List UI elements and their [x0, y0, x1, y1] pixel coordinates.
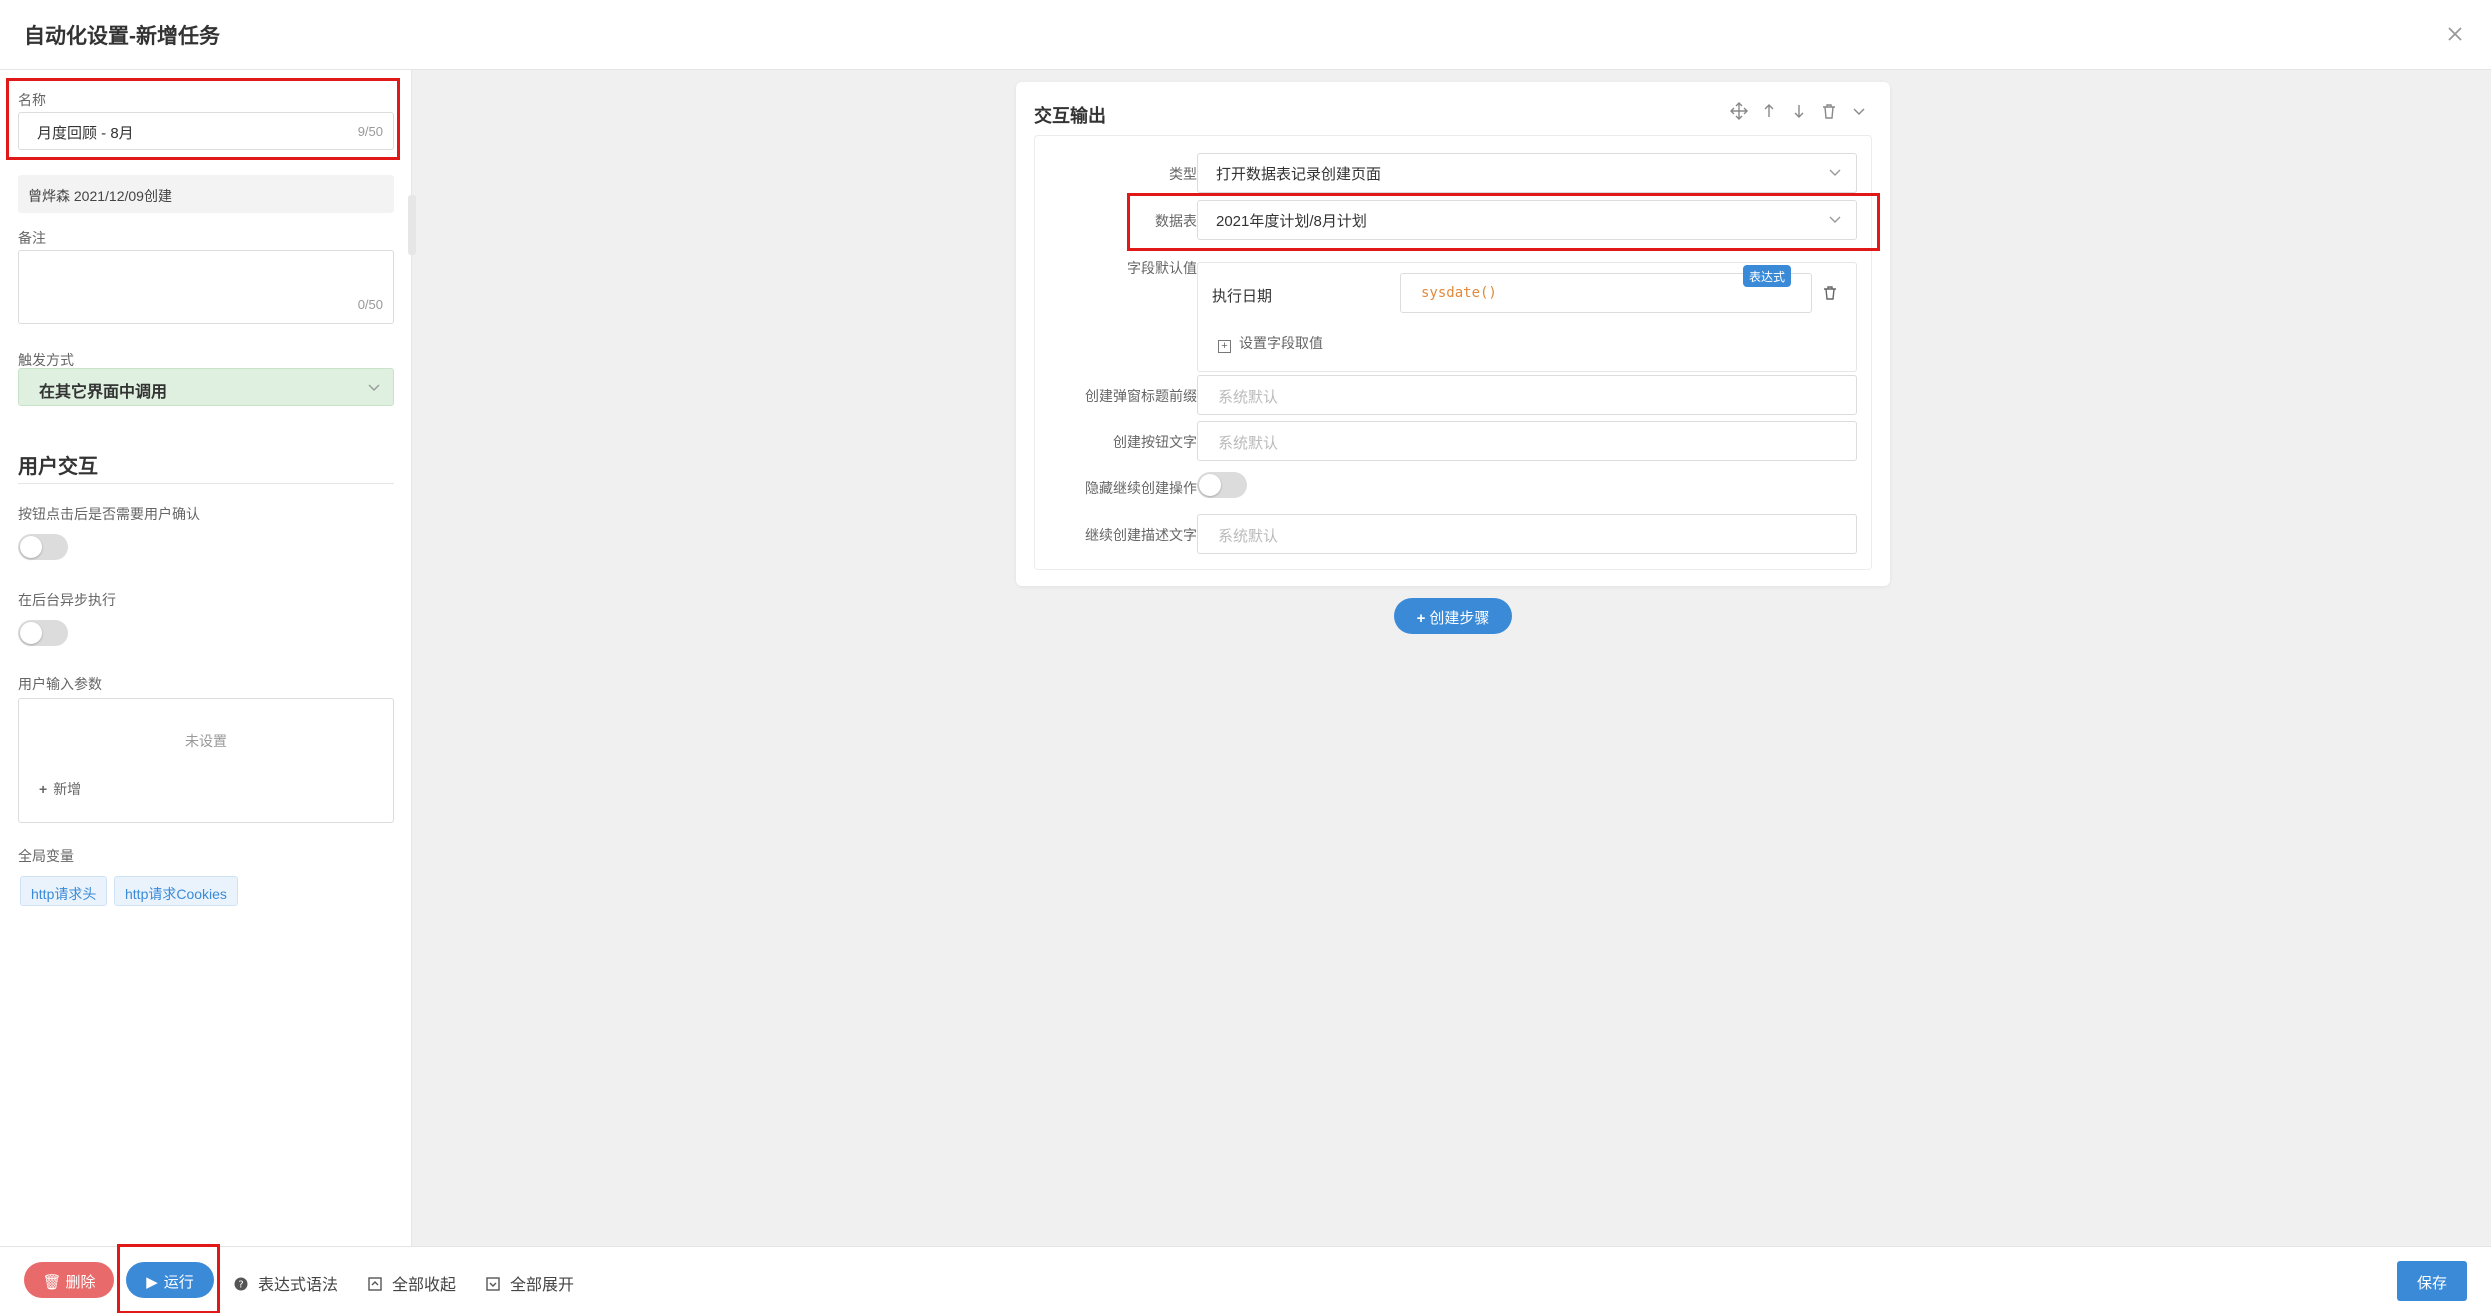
panel-splitter[interactable]	[408, 195, 416, 255]
play-icon: ▶	[146, 1274, 158, 1291]
section-divider	[18, 483, 394, 484]
step-card: 交互输出 类型 打开数据表记录创建页面 数据表 2021年度计划/8月计划 字段…	[1016, 82, 1890, 586]
chevron-down-icon	[1829, 216, 1841, 223]
trigger-select[interactable]: 在其它界面中调用	[18, 368, 394, 406]
table-label: 数据表	[1155, 213, 1197, 229]
async-label: 在后台异步执行	[18, 592, 116, 608]
default-values-box: 执行日期 sysdate() 表达式 + 设置字段取值	[1197, 262, 1857, 372]
button-text-input[interactable]: 系统默认	[1197, 421, 1857, 461]
expand-all-label: 全部展开	[510, 1277, 575, 1294]
chevron-down-icon	[368, 384, 380, 391]
plus-icon: +	[39, 781, 48, 797]
table-select[interactable]: 2021年度计划/8月计划	[1197, 200, 1857, 240]
move-down-icon[interactable]	[1790, 102, 1808, 120]
confirm-toggle[interactable]	[18, 534, 68, 560]
async-toggle[interactable]	[18, 620, 68, 646]
prefix-input[interactable]: 系统默认	[1197, 375, 1857, 415]
global-tag-headers[interactable]: http请求头	[20, 876, 108, 906]
params-empty: 未设置	[185, 733, 227, 749]
add-param-button[interactable]: + 新增	[39, 779, 81, 799]
expression-syntax-label: 表达式语法	[258, 1277, 339, 1294]
run-label: 运行	[163, 1274, 194, 1291]
name-input[interactable]: 月度回顾 - 8月 9/50	[18, 112, 394, 150]
dialog-header: 自动化设置-新增任务	[0, 0, 2491, 70]
save-button[interactable]: 保存	[2397, 1261, 2467, 1301]
remark-label: 备注	[18, 230, 46, 246]
trigger-label: 触发方式	[18, 352, 74, 368]
set-field-value-label: 设置字段取值	[1239, 335, 1323, 351]
collapse-all-link[interactable]: 全部收起	[368, 1271, 456, 1295]
collapse-all-label: 全部收起	[392, 1277, 457, 1294]
footer-bar: 🗑 删除 ▶ 运行 ? 表达式语法 全部收起 全部展开 保存	[0, 1244, 2491, 1313]
collapse-square-icon	[368, 1277, 382, 1291]
delete-label: 删除	[65, 1274, 96, 1291]
user-interaction-title: 用户交互	[18, 456, 98, 478]
trash-icon[interactable]	[1822, 285, 1838, 301]
global-tag-cookies[interactable]: http请求Cookies	[114, 876, 238, 906]
chevron-down-icon	[1829, 169, 1841, 176]
prefix-label: 创建弹窗标题前缀	[1085, 388, 1197, 404]
params-label: 用户输入参数	[18, 676, 102, 692]
create-step-button[interactable]: + 创建步骤	[1394, 598, 1512, 634]
add-param-label: 新增	[53, 781, 82, 797]
name-label: 名称	[18, 92, 46, 108]
continue-desc-label: 继续创建描述文字	[1085, 527, 1197, 543]
create-step-label: 创建步骤	[1429, 610, 1490, 627]
confirm-label: 按钮点击后是否需要用户确认	[18, 506, 200, 522]
dialog-title: 自动化设置-新增任务	[24, 25, 220, 48]
default-field-name: 执行日期	[1212, 288, 1273, 305]
remark-counter: 0/50	[357, 297, 383, 312]
trigger-value: 在其它界面中调用	[39, 384, 168, 401]
type-select[interactable]: 打开数据表记录创建页面	[1197, 153, 1857, 193]
expression-syntax-link[interactable]: ? 表达式语法	[234, 1271, 338, 1295]
trash-icon[interactable]	[1820, 102, 1838, 120]
defaults-label: 字段默认值	[1127, 260, 1197, 276]
creator-info: 曾烨森 2021/12/09创建	[18, 175, 394, 213]
button-text-label: 创建按钮文字	[1113, 434, 1197, 450]
step-title: 交互输出	[1034, 106, 1106, 126]
question-icon: ?	[234, 1277, 248, 1291]
expression-badge: 表达式	[1743, 265, 1792, 287]
settings-panel: 名称 月度回顾 - 8月 9/50 曾烨森 2021/12/09创建 备注 0/…	[0, 70, 412, 1246]
type-value: 打开数据表记录创建页面	[1216, 166, 1382, 183]
close-icon[interactable]	[2441, 20, 2469, 48]
delete-button[interactable]: 🗑 删除	[24, 1262, 114, 1298]
params-box: 未设置 + 新增	[18, 698, 394, 823]
step-body: 类型 打开数据表记录创建页面 数据表 2021年度计划/8月计划 字段默认值 执…	[1034, 135, 1880, 570]
expand-all-link[interactable]: 全部展开	[486, 1271, 574, 1295]
collapse-icon[interactable]	[1850, 102, 1868, 120]
table-value: 2021年度计划/8月计划	[1216, 213, 1367, 230]
name-value: 月度回顾 - 8月	[37, 125, 134, 142]
continue-desc-input[interactable]: 系统默认	[1197, 514, 1857, 554]
type-label: 类型	[1169, 166, 1197, 182]
plus-square-icon: +	[1218, 340, 1231, 353]
run-button[interactable]: ▶ 运行	[126, 1262, 214, 1298]
svg-text:?: ?	[238, 1280, 243, 1291]
remark-textarea[interactable]: 0/50	[18, 250, 394, 324]
hide-continue-toggle[interactable]	[1197, 472, 1247, 498]
move-up-icon[interactable]	[1760, 102, 1778, 120]
set-field-value-button[interactable]: + 设置字段取值	[1218, 333, 1323, 353]
globals-label: 全局变量	[18, 848, 74, 864]
hide-continue-label: 隐藏继续创建操作	[1085, 480, 1197, 496]
trash-icon: 🗑	[42, 1274, 62, 1291]
plus-icon: +	[1416, 610, 1426, 627]
step-toolbar	[1730, 102, 1868, 120]
name-counter: 9/50	[357, 124, 383, 139]
expand-square-icon	[486, 1277, 500, 1291]
move-icon[interactable]	[1730, 102, 1748, 120]
